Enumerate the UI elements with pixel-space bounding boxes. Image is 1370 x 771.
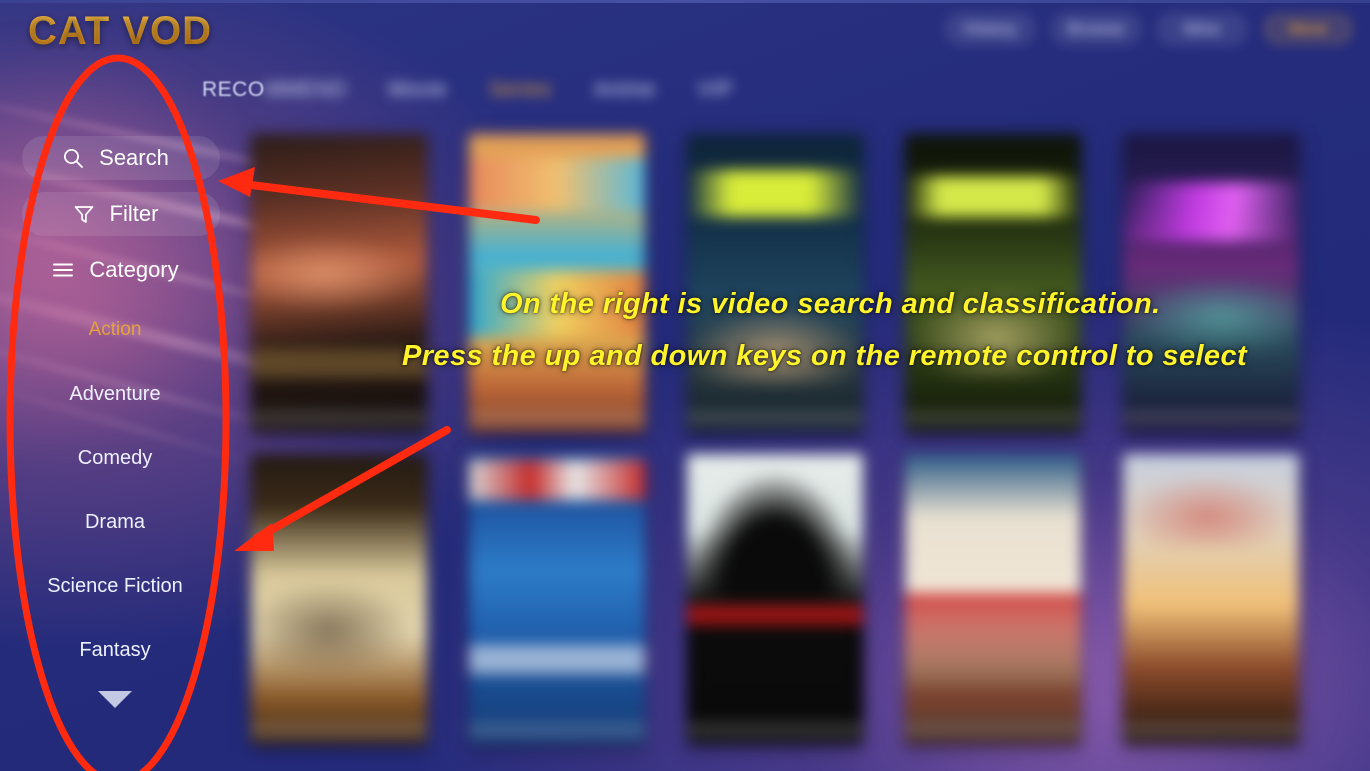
- poster-title-bar: [905, 722, 1081, 738]
- sidebar-genre-drama[interactable]: Drama: [0, 490, 230, 554]
- sidebar-genre-fantasy[interactable]: Fantasy: [0, 618, 230, 682]
- sidebar-genre-action[interactable]: Action: [0, 298, 230, 362]
- app-logo: CAT VOD: [28, 9, 213, 53]
- poster-r2c3[interactable]: [687, 454, 863, 744]
- poster-r2c1[interactable]: [251, 454, 427, 744]
- tab-recommend-suffix: MMEND: [264, 78, 347, 101]
- sidebar-item-category[interactable]: Category: [0, 242, 230, 298]
- cat-vod-app: CAT VOD History Browse Mine More RECOMME…: [0, 0, 1370, 771]
- sidebar-item-search[interactable]: Search: [0, 130, 230, 186]
- sidebar-item-search-label: Search: [99, 145, 169, 170]
- poster-grid: [230, 128, 1370, 771]
- poster-r1c5[interactable]: [1123, 134, 1299, 432]
- topnav-item-history[interactable]: History: [944, 12, 1036, 46]
- poster-cell[interactable]: [884, 134, 1102, 432]
- header-top-rule: [0, 0, 1370, 3]
- top-navigation: History Browse Mine More: [944, 12, 1354, 46]
- poster-title-bar: [469, 722, 645, 738]
- category-tabs: RECOMMEND Movie Series Anime VIP: [202, 78, 733, 102]
- topnav-item-browse[interactable]: Browse: [1050, 12, 1142, 46]
- sidebar-item-filter-label: Filter: [109, 201, 159, 226]
- funnel-icon: [72, 202, 96, 226]
- poster-r1c3[interactable]: [687, 134, 863, 432]
- poster-title-bar: [469, 410, 645, 426]
- magnifier-icon: [61, 146, 85, 170]
- poster-title-bar: [905, 410, 1081, 426]
- poster-r2c4[interactable]: [905, 454, 1081, 744]
- chevron-down-icon[interactable]: [0, 682, 230, 716]
- poster-cell[interactable]: [448, 454, 666, 744]
- poster-r1c2[interactable]: [469, 134, 645, 432]
- sidebar-genre-adventure[interactable]: Adventure: [0, 362, 230, 426]
- tab-recommend-prefix: RECO: [202, 78, 265, 101]
- poster-title-bar: [251, 722, 427, 738]
- poster-title-bar: [1123, 410, 1299, 426]
- tab-series[interactable]: Series: [489, 78, 552, 102]
- poster-cell[interactable]: [448, 134, 666, 432]
- tab-movie[interactable]: Movie: [389, 78, 448, 102]
- poster-cell[interactable]: [666, 134, 884, 432]
- poster-cell[interactable]: [1102, 134, 1320, 432]
- poster-title-bar: [687, 722, 863, 738]
- poster-title-bar: [1123, 722, 1299, 738]
- topnav-item-mine[interactable]: Mine: [1156, 12, 1248, 46]
- tab-anime[interactable]: Anime: [594, 78, 656, 102]
- poster-row-1: [230, 134, 1370, 432]
- poster-r1c4[interactable]: [905, 134, 1081, 432]
- topnav-item-more[interactable]: More: [1262, 12, 1354, 46]
- poster-cell[interactable]: [666, 454, 884, 744]
- hamburger-icon: [51, 258, 75, 282]
- sidebar-item-filter[interactable]: Filter: [0, 186, 230, 242]
- poster-cell[interactable]: [884, 454, 1102, 744]
- poster-r2c2[interactable]: [469, 454, 645, 744]
- poster-r2c5[interactable]: [1123, 454, 1299, 744]
- poster-cell[interactable]: [1102, 454, 1320, 744]
- poster-title-bar: [251, 410, 427, 426]
- poster-grid-area: [230, 128, 1370, 771]
- sidebar-item-category-label: Category: [89, 257, 179, 282]
- poster-cell[interactable]: [230, 454, 448, 744]
- poster-r1c1[interactable]: [251, 134, 427, 432]
- poster-cell[interactable]: [230, 134, 448, 432]
- sidebar-genre-comedy[interactable]: Comedy: [0, 426, 230, 490]
- sidebar: Search Filter Category Action Adventure …: [0, 130, 230, 771]
- poster-title-bar: [687, 410, 863, 426]
- tab-recommend[interactable]: RECOMMEND: [202, 78, 347, 102]
- tab-vip[interactable]: VIP: [698, 78, 733, 102]
- sidebar-genre-science-fiction[interactable]: Science Fiction: [0, 554, 230, 618]
- poster-row-2: [230, 454, 1370, 744]
